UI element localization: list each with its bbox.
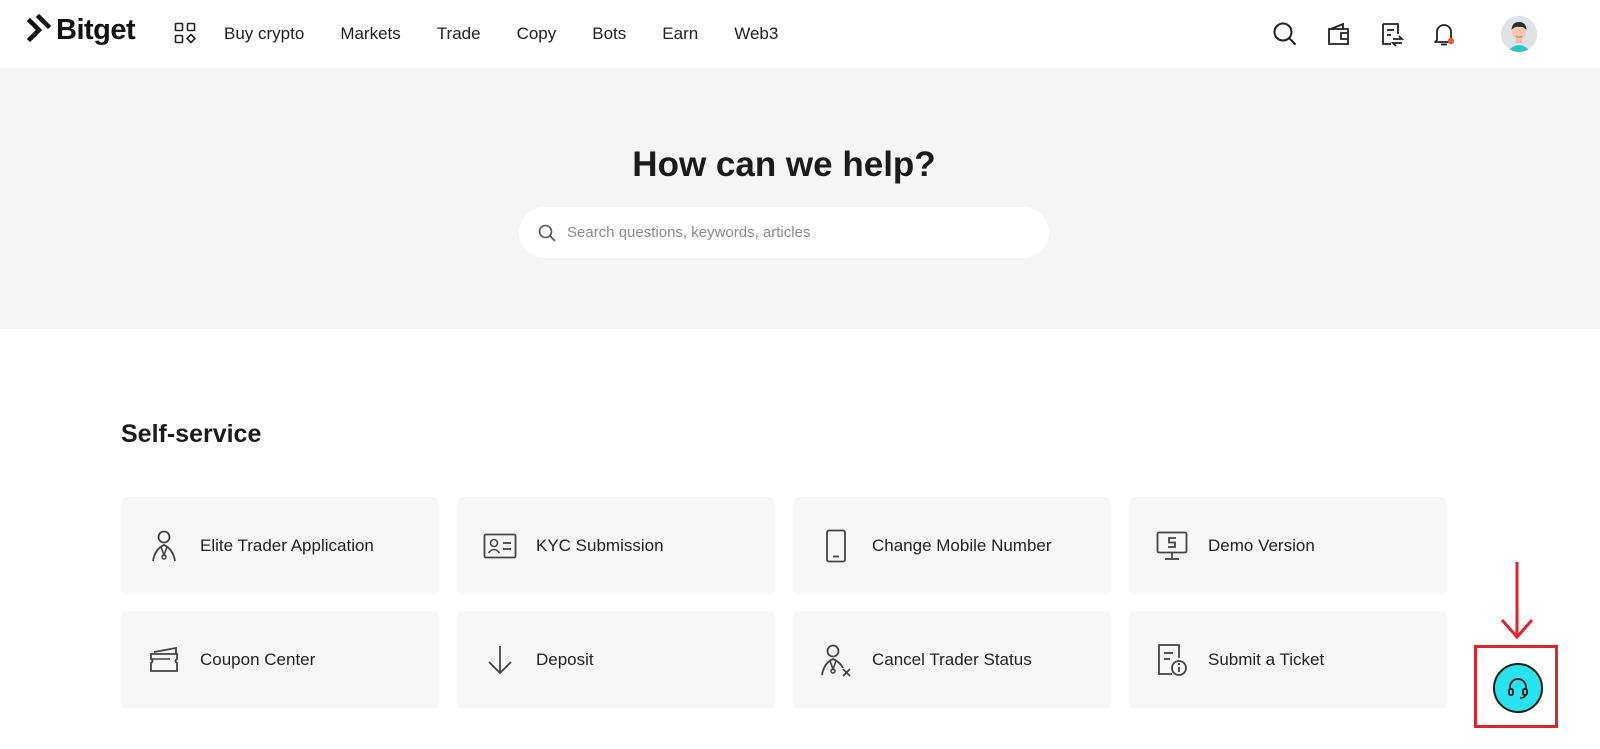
search-field-icon <box>538 224 556 241</box>
card-label: Change Mobile Number <box>872 535 1052 555</box>
trader-cancel-icon <box>819 643 853 677</box>
card-label: Deposit <box>536 649 594 669</box>
trader-icon <box>147 529 181 563</box>
bitget-logo[interactable]: Bitget <box>26 13 136 47</box>
card-label: Cancel Trader Status <box>872 649 1032 669</box>
wallet-icon[interactable] <box>1325 20 1353 48</box>
card-label: Coupon Center <box>200 649 316 669</box>
card-change-mobile-number[interactable]: Change Mobile Number <box>793 497 1111 594</box>
avatar[interactable] <box>1501 16 1537 52</box>
card-elite-trader-application[interactable]: Elite Trader Application <box>121 497 439 594</box>
nav-earn[interactable]: Earn <box>662 24 698 44</box>
main-nav: Buy crypto Markets Trade Copy Bots Earn … <box>224 0 814 68</box>
page-title: How can we help? <box>632 145 936 184</box>
headset-icon <box>1508 678 1528 699</box>
notification-dot <box>1447 37 1455 45</box>
self-service-heading: Self-service <box>121 420 262 448</box>
help-hero: How can we help? Search questions, keywo… <box>0 68 1600 329</box>
orders-icon[interactable] <box>1378 20 1406 48</box>
card-demo-version[interactable]: Demo Version <box>1129 497 1447 594</box>
card-deposit[interactable]: Deposit <box>457 611 775 708</box>
id-card-icon <box>483 529 517 563</box>
card-submit-ticket[interactable]: Submit a Ticket <box>1129 611 1447 708</box>
nav-buy-crypto[interactable]: Buy crypto <box>224 24 304 44</box>
coupon-icon <box>147 643 181 677</box>
bitget-logo-icon <box>26 13 52 43</box>
customer-support-button[interactable] <box>1493 663 1543 713</box>
mobile-icon <box>819 529 853 563</box>
card-label: Demo Version <box>1208 535 1315 555</box>
arrow-down-icon <box>483 643 517 677</box>
card-label: Elite Trader Application <box>200 535 374 555</box>
bell-icon[interactable] <box>1430 20 1458 48</box>
search-icon[interactable] <box>1271 20 1299 48</box>
brand-name: Bitget <box>56 13 136 46</box>
nav-copy[interactable]: Copy <box>517 24 557 44</box>
card-label: KYC Submission <box>536 535 664 555</box>
card-label: Submit a Ticket <box>1208 649 1325 669</box>
avatar-icon <box>1501 16 1537 52</box>
nav-markets[interactable]: Markets <box>340 24 400 44</box>
top-navigation-bar: Bitget Buy crypto Markets Trade Copy Bot… <box>0 0 1600 68</box>
annotation-arrow-icon <box>1500 562 1534 640</box>
card-kyc-submission[interactable]: KYC Submission <box>457 497 775 594</box>
search-placeholder: Search questions, keywords, articles <box>567 224 811 241</box>
search-input[interactable]: Search questions, keywords, articles <box>519 207 1049 258</box>
nav-trade[interactable]: Trade <box>437 24 481 44</box>
card-coupon-center[interactable]: Coupon Center <box>121 611 439 708</box>
card-cancel-trader-status[interactable]: Cancel Trader Status <box>793 611 1111 708</box>
nav-web3[interactable]: Web3 <box>734 24 778 44</box>
apps-grid-icon[interactable] <box>174 22 196 44</box>
nav-bots[interactable]: Bots <box>592 24 626 44</box>
demo-monitor-icon <box>1155 529 1189 563</box>
ticket-icon <box>1155 643 1189 677</box>
